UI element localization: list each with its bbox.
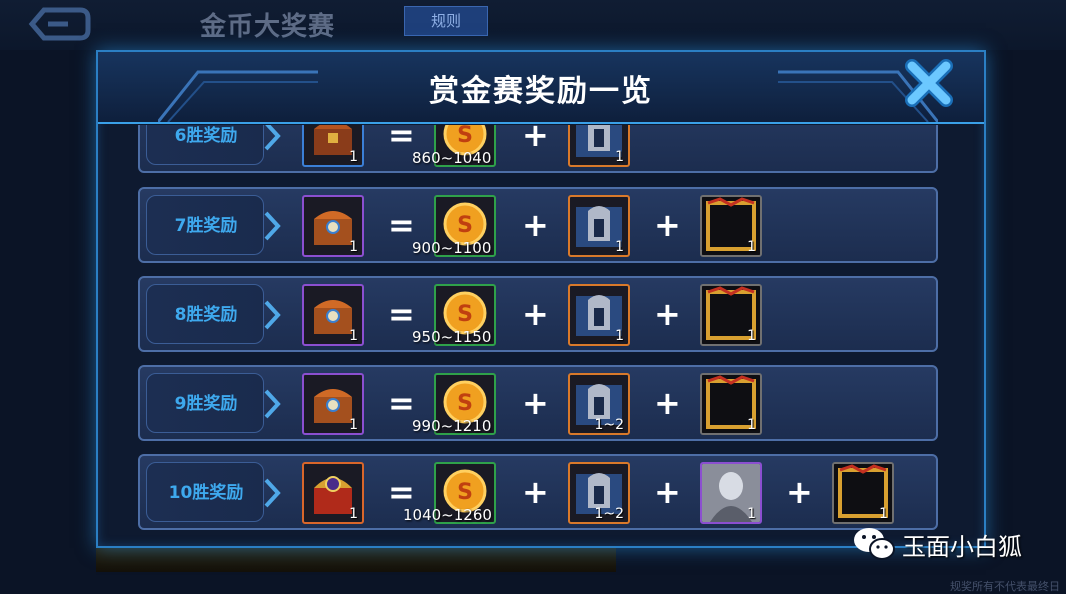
reward-row-label: 10胜奖励 [168, 483, 244, 503]
reward-row-6-wins: 6胜奖励 1 = S 860~1040 + 1 [138, 125, 938, 173]
close-button[interactable] [904, 58, 954, 108]
svg-text:S: S [457, 480, 473, 505]
coin-range: 900~1100 [412, 239, 492, 257]
plus-sign: + [654, 295, 681, 333]
reward-row-8-wins: 8胜奖励 1 = S 950~1150 + 1 + 1 [138, 276, 938, 352]
coin-range: 950~1150 [412, 328, 492, 346]
equals-sign: = [388, 473, 415, 511]
helmet-fragment-item[interactable]: 1 [568, 284, 630, 346]
coin-range: 1040~1260 [403, 506, 492, 524]
wechat-icon [854, 528, 895, 560]
reward-row-label-tab: 9胜奖励 [146, 373, 264, 433]
reward-list-modal: 赏金赛奖励一览 6胜奖励 1 = S 860~1040 + 1 7胜奖励 1 =… [96, 50, 986, 548]
chevron-right-icon [264, 125, 281, 151]
reward-row-label: 6胜奖励 [174, 126, 238, 146]
back-arrow-icon [28, 7, 91, 41]
hero-skin-item[interactable]: 1 [700, 462, 762, 524]
helmet-fragment-item[interactable]: 1 [568, 125, 630, 167]
helmet-fragment-item[interactable]: 1~2 [568, 373, 630, 435]
chevron-right-icon [264, 300, 281, 330]
chest-item[interactable]: 1 [302, 373, 364, 435]
svg-text:S: S [457, 213, 473, 238]
reward-row-9-wins: 9胜奖励 1 = S 990~1210 + 1~2 + 1 [138, 365, 938, 441]
equals-sign: = [388, 295, 415, 333]
plus-sign: + [522, 473, 549, 511]
helmet-fragment-item[interactable]: 1~2 [568, 462, 630, 524]
reward-row-label: 8胜奖励 [174, 305, 238, 325]
avatar-frame-item[interactable]: 1 [832, 462, 894, 524]
chest-count: 1 [349, 149, 358, 165]
background-header [0, 0, 1066, 50]
plus-sign: + [654, 473, 681, 511]
chevron-right-icon [264, 211, 281, 241]
reward-row-label: 7胜奖励 [174, 216, 238, 236]
coin-range: 860~1040 [412, 149, 492, 167]
frame-count: 1 [747, 417, 756, 433]
equals-sign: = [388, 384, 415, 422]
plus-sign: + [522, 384, 549, 422]
helmet-count: 1 [615, 239, 624, 255]
modal-header: 赏金赛奖励一览 [98, 52, 984, 124]
close-icon [905, 59, 953, 107]
svg-text:S: S [457, 391, 473, 416]
frame-count: 1 [747, 239, 756, 255]
reward-list[interactable]: 6胜奖励 1 = S 860~1040 + 1 7胜奖励 1 = S 900~1… [138, 125, 942, 539]
chevron-right-icon [264, 389, 281, 419]
helmet-fragment-item[interactable]: 1 [568, 195, 630, 257]
reward-row-10-wins: 10胜奖励 1 = S 1040~1260 + 1~2 + 1 + 1 [138, 454, 938, 530]
plus-sign: + [522, 295, 549, 333]
frame-count: 1 [879, 506, 888, 522]
chest-count: 1 [349, 506, 358, 522]
chest-count: 1 [349, 328, 358, 344]
chest-count: 1 [349, 239, 358, 255]
chest-item[interactable]: 1 [302, 195, 364, 257]
plus-sign: + [654, 384, 681, 422]
reward-row-label: 9胜奖励 [174, 394, 238, 414]
chest-item[interactable]: 1 [302, 462, 364, 524]
helmet-count: 1 [615, 149, 624, 165]
frame-count: 1 [747, 328, 756, 344]
coin-range: 990~1210 [412, 417, 492, 435]
svg-text:S: S [457, 302, 473, 327]
modal-title: 赏金赛奖励一览 [429, 74, 653, 109]
background-footnote: 规奖所有不代表最终日 [950, 580, 1060, 593]
avatar-frame-item[interactable]: 1 [700, 284, 762, 346]
skin-count: 1 [747, 506, 756, 522]
reward-row-label-tab: 10胜奖励 [146, 462, 264, 522]
reward-row-7-wins: 7胜奖励 1 = S 900~1100 + 1 + 1 [138, 187, 938, 263]
watermark-text: 玉面小白狐 [902, 532, 1022, 561]
plus-sign: + [654, 206, 681, 244]
avatar-frame-item[interactable]: 1 [700, 373, 762, 435]
rules-button[interactable]: 规则 [404, 6, 488, 36]
helmet-count: 1~2 [594, 506, 624, 522]
chest-item[interactable]: 1 [302, 125, 364, 167]
helmet-count: 1 [615, 328, 624, 344]
chevron-right-icon [264, 478, 281, 508]
reward-row-label-tab: 8胜奖励 [146, 284, 264, 344]
chest-count: 1 [349, 417, 358, 433]
watermark: 玉面小白狐 [852, 524, 1022, 564]
plus-sign: + [522, 125, 549, 154]
background-page-title: 金币大奖赛 [200, 12, 336, 42]
helmet-count: 1~2 [594, 417, 624, 433]
svg-text:S: S [457, 125, 473, 148]
back-button[interactable] [28, 6, 92, 42]
reward-row-label-tab: 6胜奖励 [146, 125, 264, 165]
equals-sign: = [388, 125, 415, 154]
reward-row-label-tab: 7胜奖励 [146, 195, 264, 255]
avatar-frame-item[interactable]: 1 [700, 195, 762, 257]
plus-sign: + [786, 473, 813, 511]
equals-sign: = [388, 206, 415, 244]
plus-sign: + [522, 206, 549, 244]
chest-item[interactable]: 1 [302, 284, 364, 346]
